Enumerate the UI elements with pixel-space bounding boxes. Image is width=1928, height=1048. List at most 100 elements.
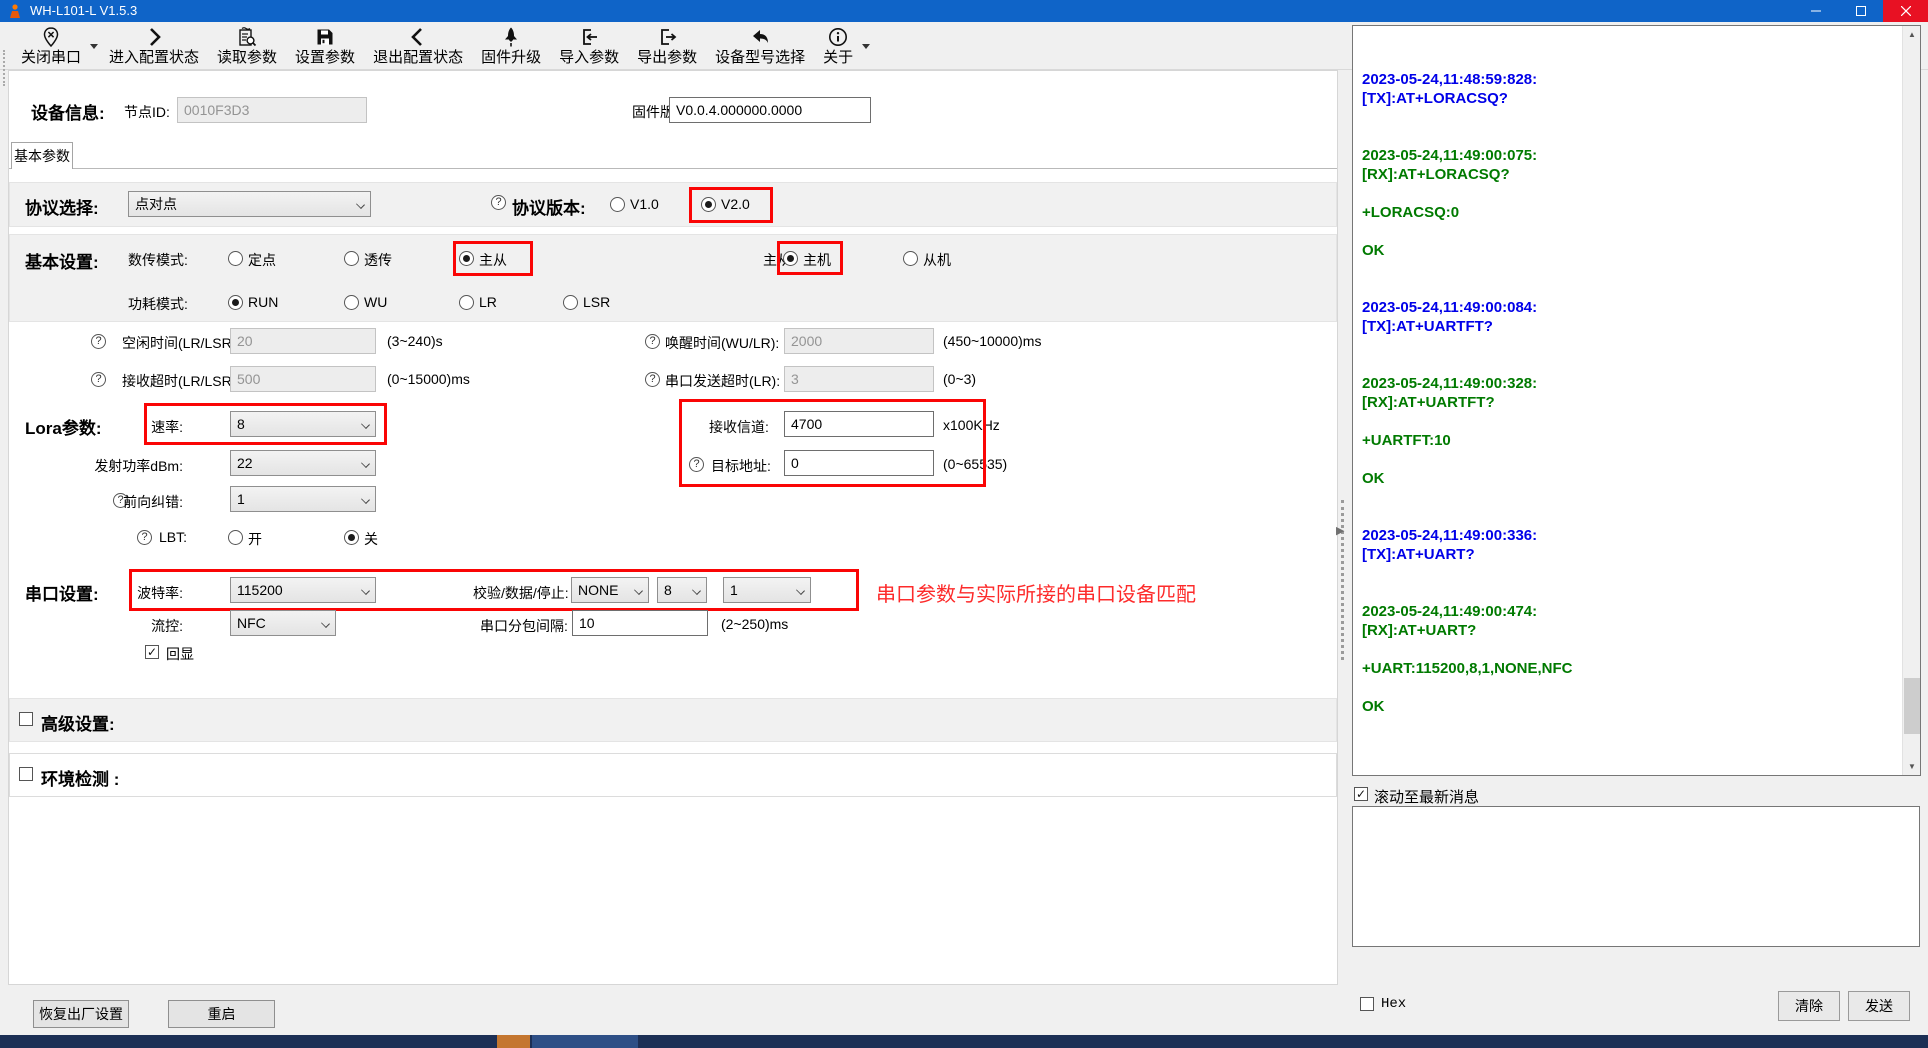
radio-lbt-off-label: 关 xyxy=(364,529,378,549)
log-line: 2023-05-24,11:49:00:084: xyxy=(1362,298,1898,317)
radio-lbt-off[interactable] xyxy=(344,530,359,545)
radio-power-run-label: RUN xyxy=(248,294,278,310)
radio-power-lsr[interactable] xyxy=(563,295,578,310)
scroll-up-icon[interactable]: ▲ xyxy=(1903,26,1921,43)
env-checkbox[interactable] xyxy=(19,767,33,781)
flow-control-combo[interactable]: NFC xyxy=(230,610,336,636)
uart-timeout-field[interactable]: 3 xyxy=(784,366,934,392)
radio-master[interactable] xyxy=(783,251,798,266)
power-mode-label: 功耗模式: xyxy=(128,294,188,314)
packet-gap-label: 串口分包间隔: xyxy=(480,616,568,636)
radio-mode-fixed-label: 定点 xyxy=(248,250,276,270)
radio-mode-transparent[interactable] xyxy=(344,251,359,266)
log-scrollbar[interactable]: ▲ ▼ xyxy=(1902,26,1920,775)
radio-mode-fixed[interactable] xyxy=(228,251,243,266)
packet-gap-field[interactable]: 10 xyxy=(572,610,708,636)
protocol-select-combo[interactable]: 点对点 xyxy=(128,191,371,217)
stopbits-combo[interactable]: 1 xyxy=(723,577,811,603)
log-line: 2023-05-24,11:49:00:336: xyxy=(1362,526,1898,545)
scroll-down-icon[interactable]: ▼ xyxy=(1903,758,1921,775)
log-line xyxy=(1362,127,1898,146)
reboot-button[interactable]: 重启 xyxy=(168,1000,275,1028)
baud-label: 波特率: xyxy=(67,583,183,603)
idle-time-field[interactable]: 20 xyxy=(230,328,376,354)
radio-v2[interactable] xyxy=(701,197,716,212)
scrollbar-thumb[interactable] xyxy=(1904,678,1920,734)
radio-mode-masterslave[interactable] xyxy=(459,251,474,266)
read-params-button[interactable]: 读取参数 xyxy=(208,22,286,68)
firmware-upgrade-button[interactable]: 固件升级 xyxy=(472,22,550,68)
advanced-checkbox[interactable] xyxy=(19,712,33,726)
clear-button[interactable]: 清除 xyxy=(1778,991,1840,1021)
close-port-dropdown-caret[interactable] xyxy=(90,44,98,49)
import-params-button[interactable]: 导入参数 xyxy=(550,22,628,68)
close-port-button[interactable]: 关闭串口 xyxy=(12,22,90,68)
rx-timeout-help-icon[interactable]: ? xyxy=(91,372,106,387)
tx-power-combo[interactable]: 22 xyxy=(230,450,376,476)
factory-reset-button[interactable]: 恢复出厂设置 xyxy=(33,1000,129,1028)
enter-config-button[interactable]: 进入配置状态 xyxy=(100,22,208,68)
hex-checkbox[interactable] xyxy=(1360,997,1374,1011)
rx-timeout-range: (0~15000)ms xyxy=(387,371,470,387)
parity-combo[interactable]: NONE xyxy=(571,577,649,603)
echo-checkbox[interactable]: ✓ xyxy=(145,645,159,659)
log-line xyxy=(1362,583,1898,602)
target-addr-field[interactable]: 0 xyxy=(784,450,934,476)
rx-timeout-label: 接收超时(LR/LSR): xyxy=(122,371,240,391)
uart-timeout-help-icon[interactable]: ? xyxy=(645,372,660,387)
close-button[interactable] xyxy=(1883,0,1928,22)
protocol-version-label: 协议版本: xyxy=(512,194,586,219)
rx-channel-field[interactable]: 4700 xyxy=(784,411,934,437)
about-dropdown-caret[interactable] xyxy=(862,44,870,49)
enter-config-label: 进入配置状态 xyxy=(109,48,199,68)
fec-combo[interactable]: 1 xyxy=(230,486,376,512)
export-params-label: 导出参数 xyxy=(637,48,697,68)
advanced-label: 高级设置: xyxy=(41,710,115,735)
log-line: [TX]:AT+UARTFT? xyxy=(1362,317,1898,336)
log-line xyxy=(1362,564,1898,583)
config-panel: 设备信息: 节点ID: 0010F3D3 固件版本: V0.0.4.000000… xyxy=(8,70,1338,985)
tab-basic-params[interactable]: 基本参数 xyxy=(11,142,73,169)
wake-time-help-icon[interactable]: ? xyxy=(645,334,660,349)
node-id-field[interactable]: 0010F3D3 xyxy=(177,97,367,123)
radio-power-lsr-label: LSR xyxy=(583,294,610,310)
idle-time-label: 空闲时间(LR/LSR): xyxy=(122,333,240,353)
radio-lbt-on[interactable] xyxy=(228,530,243,545)
radio-power-lr[interactable] xyxy=(459,295,474,310)
log-output-panel[interactable]: 2023-05-24,11:48:59:828:[TX]:AT+LORACSQ?… xyxy=(1352,25,1921,776)
radio-slave[interactable] xyxy=(903,251,918,266)
scroll-latest-checkbox[interactable]: ✓ xyxy=(1354,787,1368,801)
about-button[interactable]: 关于 xyxy=(814,22,862,68)
maximize-button[interactable] xyxy=(1838,0,1883,22)
rate-combo[interactable]: 8 xyxy=(230,411,376,437)
device-model-button[interactable]: 设备型号选择 xyxy=(706,22,814,68)
log-line: [RX]:AT+LORACSQ? xyxy=(1362,165,1898,184)
rx-channel-unit: x100KHz xyxy=(943,417,1000,433)
save-params-button[interactable]: 设置参数 xyxy=(286,22,364,68)
export-params-button[interactable]: 导出参数 xyxy=(628,22,706,68)
radio-power-wu[interactable] xyxy=(344,295,359,310)
splitter-collapse-arrow[interactable]: ▶ xyxy=(1336,524,1344,537)
idle-time-help-icon[interactable]: ? xyxy=(91,334,106,349)
baud-combo[interactable]: 115200 xyxy=(230,577,376,603)
lbt-help-icon[interactable]: ? xyxy=(137,530,152,545)
send-input-area[interactable] xyxy=(1352,806,1920,947)
import-params-icon xyxy=(578,25,600,48)
radio-power-run[interactable] xyxy=(228,295,243,310)
target-addr-help-icon[interactable]: ? xyxy=(689,457,704,472)
minimize-button[interactable] xyxy=(1793,0,1838,22)
device-info-label: 设备信息: xyxy=(31,99,105,124)
databits-combo[interactable]: 8 xyxy=(657,577,707,603)
wake-time-field[interactable]: 2000 xyxy=(784,328,934,354)
chevron-down-icon xyxy=(362,496,370,504)
radio-v1[interactable] xyxy=(610,197,625,212)
firmware-field[interactable]: V0.0.4.000000.0000 xyxy=(669,97,871,123)
title-bar: WH-L101-L V1.5.3 xyxy=(0,0,1928,22)
rx-timeout-field[interactable]: 500 xyxy=(230,366,376,392)
send-button[interactable]: 发送 xyxy=(1848,991,1910,1021)
toolbar-grip[interactable] xyxy=(3,50,6,86)
protocol-version-help-icon[interactable]: ? xyxy=(491,195,506,210)
taskbar: 11:48 xyxy=(0,1035,1928,1048)
parity-data-stop-label: 校验/数据/停止: xyxy=(473,583,569,603)
exit-config-button[interactable]: 退出配置状态 xyxy=(364,22,472,68)
